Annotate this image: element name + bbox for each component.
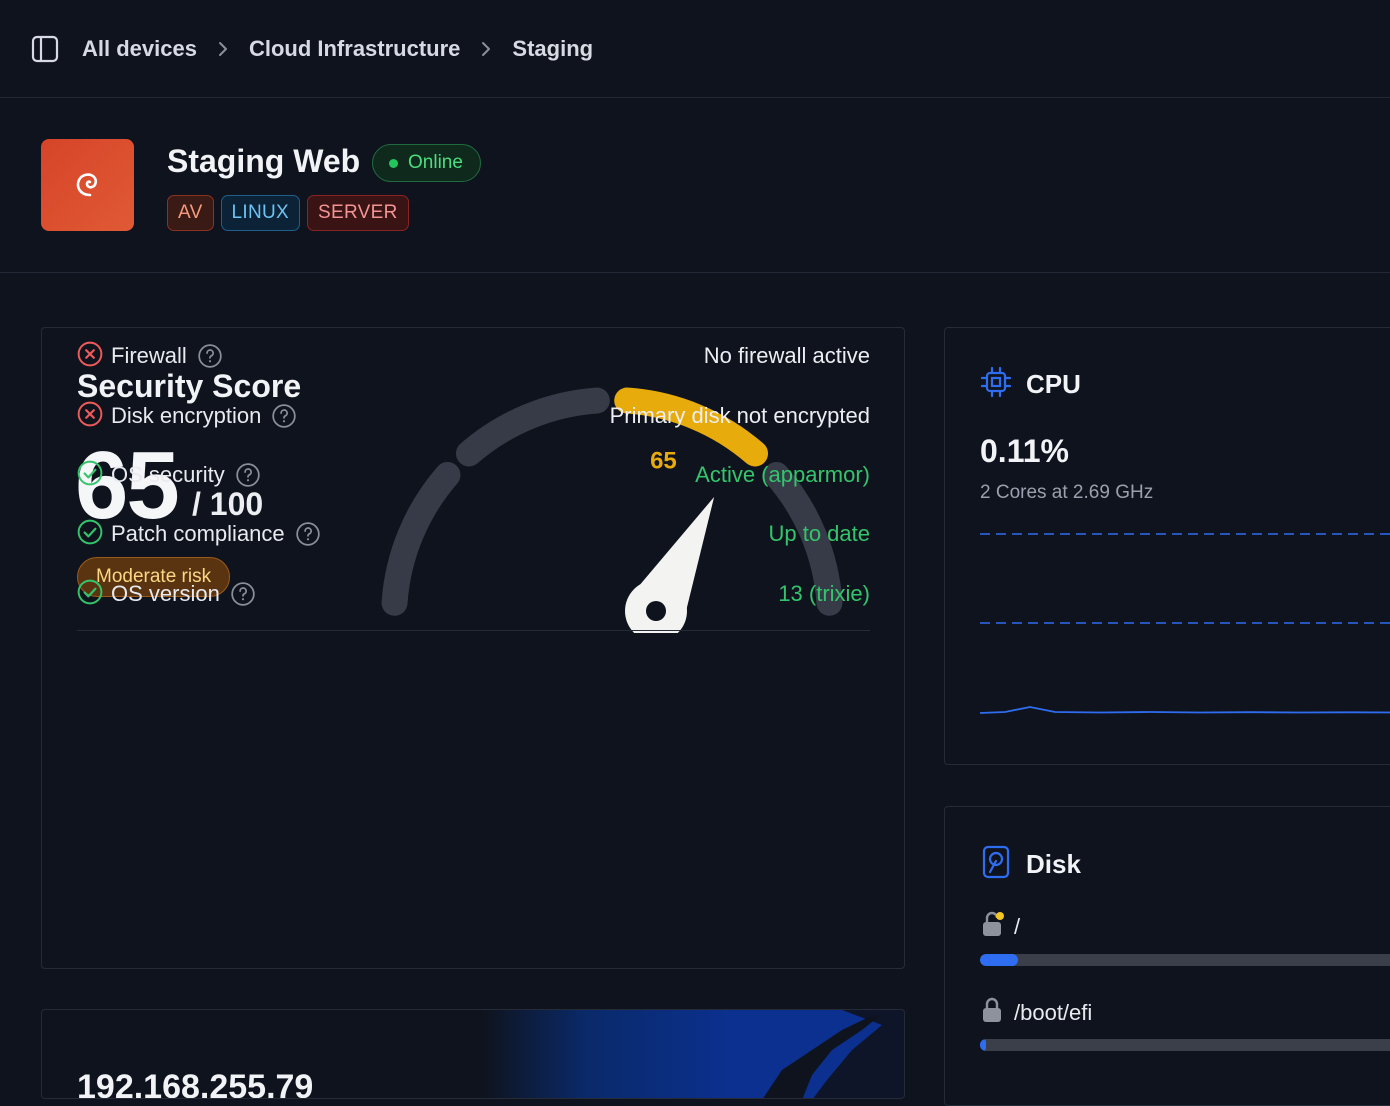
help-icon[interactable]	[295, 521, 321, 547]
cpu-cores-info: 2 Cores at 2.69 GHz	[980, 482, 1154, 503]
disk-mount-label: /	[1014, 913, 1021, 939]
check-circle-icon	[77, 519, 103, 550]
disk-usage-bar	[980, 954, 1390, 966]
check-left: OS security	[77, 460, 261, 491]
cpu-usage-line	[980, 706, 1390, 714]
disk-mount-boot-efi: /boot/efi	[980, 996, 1092, 1029]
check-left: Disk encryption	[77, 401, 297, 432]
device-header: Staging Web Online AV LINUX SERVER	[0, 98, 1390, 273]
cpu-usage-value: 0.11%	[980, 433, 1069, 469]
check-value: No firewall active	[703, 343, 870, 368]
breadcrumb-all-devices[interactable]: All devices	[82, 36, 197, 62]
security-check-row: Patch compliance Up to date	[77, 519, 870, 549]
disk-mount-root: /	[980, 910, 1020, 943]
check-value: 13 (trixie)	[778, 581, 870, 606]
x-circle-icon	[77, 401, 103, 432]
security-score-title: Security Score	[77, 368, 302, 404]
security-check-row: Firewall No firewall active	[77, 341, 870, 371]
help-icon[interactable]	[271, 403, 297, 429]
status-badge: Online	[372, 144, 481, 182]
breadcrumb-staging[interactable]: Staging	[512, 36, 593, 62]
status-dot-icon	[389, 158, 398, 168]
check-value: Up to date	[768, 521, 870, 546]
cpu-header: CPU	[980, 366, 1081, 403]
security-check-row: Disk encryption Primary disk not encrypte…	[77, 401, 870, 431]
gauge-needle	[625, 496, 715, 633]
cpu-usage-chart	[980, 533, 1390, 714]
check-left: Firewall	[77, 341, 223, 372]
tag-linux[interactable]: LINUX	[220, 195, 301, 231]
network-card: 192.168.255.79	[41, 1009, 905, 1099]
cpu-chip-icon	[980, 366, 1012, 403]
disk-usage-bar	[980, 1039, 1390, 1051]
device-name: Staging Web	[167, 143, 361, 179]
disk-card: Disk / /boot/efi	[944, 806, 1390, 1106]
chevron-right-icon	[476, 39, 496, 59]
device-tags: AV LINUX SERVER	[167, 195, 409, 231]
cpu-card: CPU 0.11% 2 Cores at 2.69 GHz	[944, 327, 1390, 765]
breadcrumb-cloud-infrastructure[interactable]: Cloud Infrastructure	[249, 36, 460, 62]
debian-swirl-icon	[41, 139, 134, 231]
status-text: Online	[408, 152, 463, 173]
check-circle-icon	[77, 460, 103, 491]
check-label: OS security	[111, 462, 225, 487]
check-circle-icon	[77, 579, 103, 610]
check-value: Primary disk not encrypted	[609, 403, 870, 428]
top-bar: All devices Cloud Infrastructure Staging	[0, 0, 1390, 98]
security-score-card: Security Score 65 / 100 Moderate risk 65…	[41, 327, 905, 969]
lock-open-icon	[980, 910, 1006, 943]
check-label: Disk encryption	[111, 403, 262, 428]
x-circle-icon	[77, 341, 103, 372]
security-score-max: / 100	[192, 486, 264, 522]
hard-drive-icon	[980, 845, 1012, 884]
tag-server[interactable]: SERVER	[307, 195, 409, 231]
disk-usage-fill	[980, 1039, 987, 1051]
world-map-image	[482, 1010, 904, 1098]
disk-header: Disk	[980, 845, 1081, 884]
check-label: OS version	[111, 581, 220, 606]
disk-mount-label: /boot/efi	[1014, 999, 1093, 1025]
lock-icon	[980, 996, 1006, 1029]
check-value: Active (apparmor)	[695, 462, 870, 487]
chevron-right-icon	[213, 39, 233, 59]
security-check-row: OS security Active (apparmor)	[77, 460, 870, 490]
help-icon[interactable]	[197, 343, 223, 369]
check-left: Patch compliance	[77, 519, 321, 550]
help-icon[interactable]	[230, 581, 256, 607]
check-label: Firewall	[111, 343, 187, 368]
divider	[77, 630, 870, 631]
disk-usage-fill	[980, 954, 1018, 966]
disk-title: Disk	[1026, 849, 1081, 879]
sidebar-toggle-icon[interactable]	[30, 34, 60, 64]
tag-av[interactable]: AV	[167, 195, 214, 231]
cpu-title: CPU	[1026, 369, 1081, 399]
check-label: Patch compliance	[111, 521, 285, 546]
security-check-row: OS version 13 (trixie)	[77, 579, 870, 609]
help-icon[interactable]	[235, 462, 261, 488]
ip-address: 192.168.255.79	[77, 1068, 314, 1099]
check-left: OS version	[77, 579, 256, 610]
